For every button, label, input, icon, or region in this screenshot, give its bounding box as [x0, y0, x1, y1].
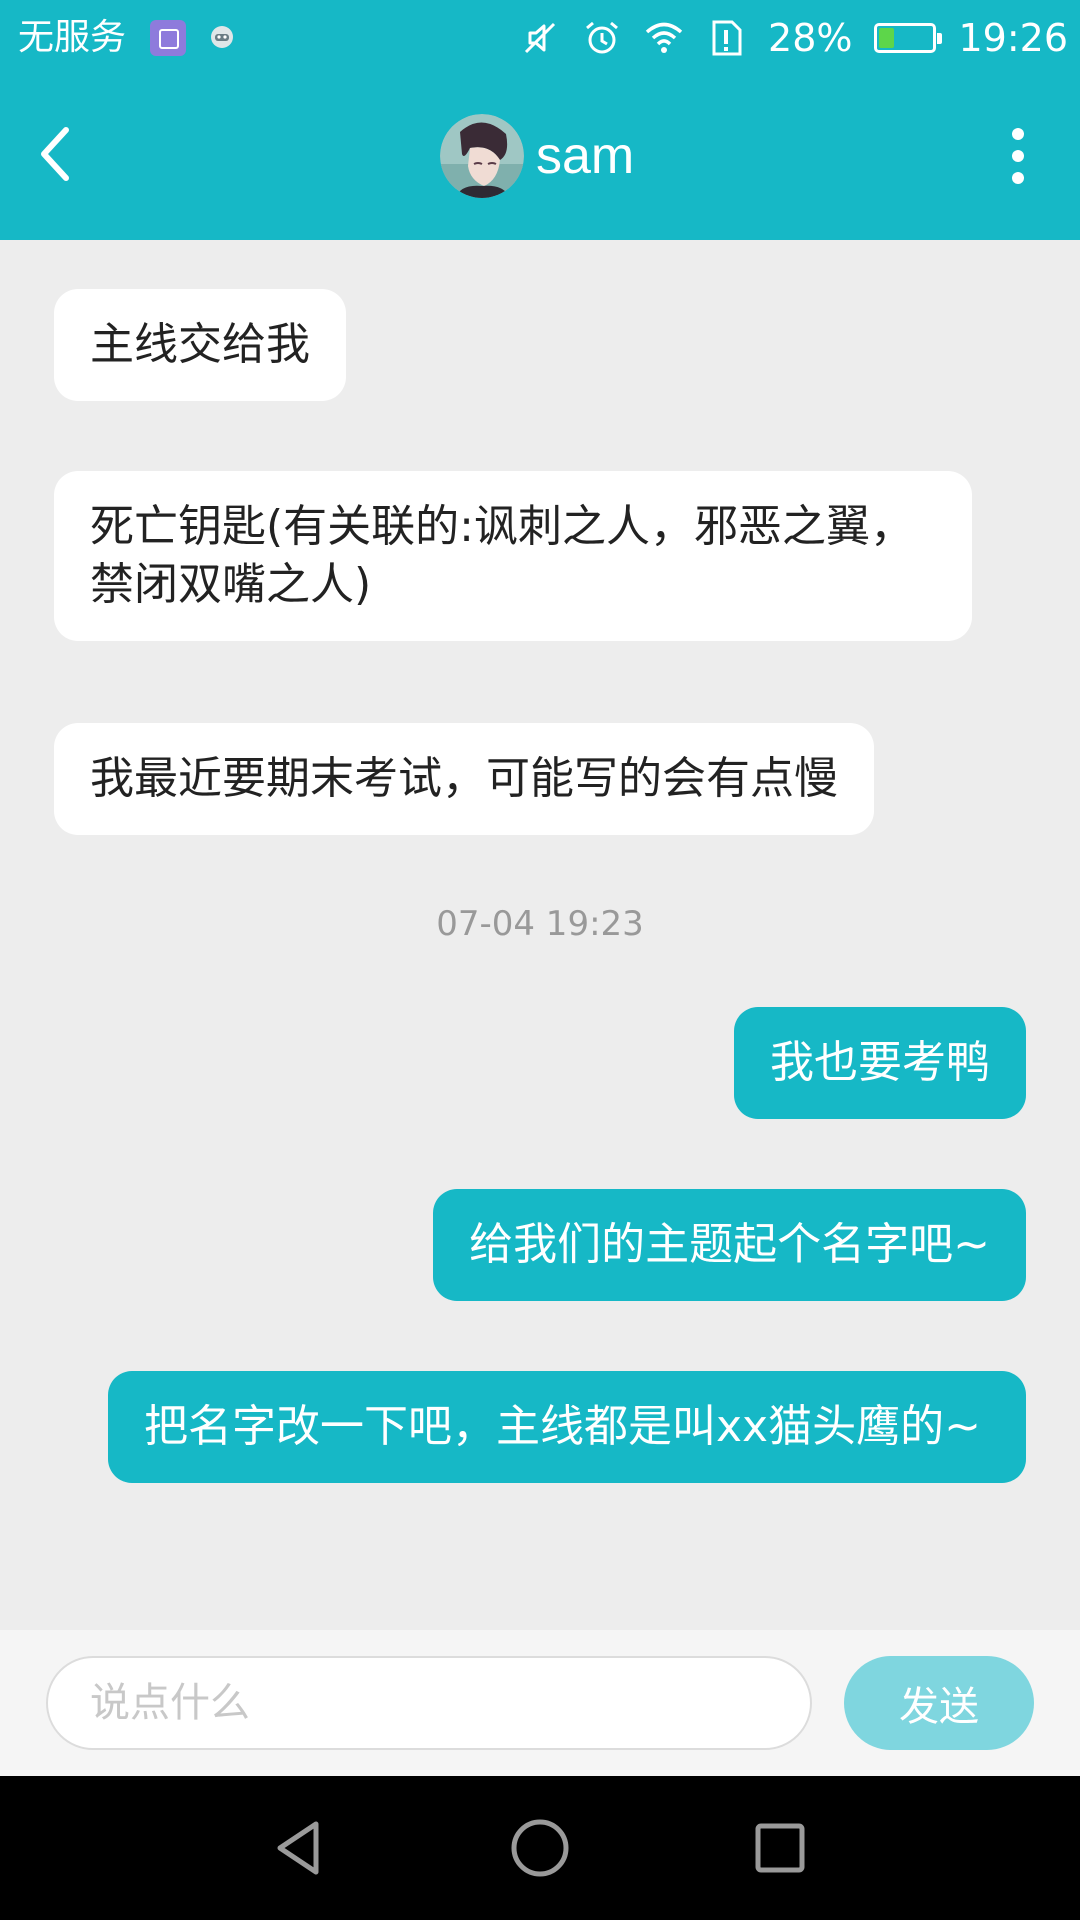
- contact-name: sam: [536, 127, 635, 185]
- message-bubble-outgoing[interactable]: 我也要考鸭: [734, 1007, 1026, 1119]
- chat-header: sam: [0, 76, 1080, 240]
- back-button[interactable]: [28, 112, 100, 196]
- battery-level-fill: [879, 28, 895, 48]
- message-bubble-outgoing[interactable]: 把名字改一下吧，主线都是叫xx猫头鹰的~: [108, 1371, 1026, 1483]
- carrier-label: 无服务: [18, 17, 127, 58]
- message-timestamp: 07-04 19:23: [436, 904, 644, 944]
- status-clock: 19:26: [958, 16, 1068, 60]
- message-bubble-incoming[interactable]: 主线交给我: [54, 289, 346, 401]
- home-circle-icon: [511, 1819, 569, 1877]
- status-icons: 28% 19:26: [520, 12, 1068, 64]
- message-bubble-incoming[interactable]: 死亡钥匙(有关联的:讽刺之人，邪恶之翼，禁闭双嘴之人): [54, 471, 972, 641]
- avatar[interactable]: [440, 114, 524, 198]
- chat-screen: 无服务 28% 19:26 sam 主线交给我 死亡钥匙(有关联的:讽刺之人，邪…: [0, 0, 1080, 1920]
- message-list[interactable]: 主线交给我 死亡钥匙(有关联的:讽刺之人，邪恶之翼，禁闭双嘴之人) 我最近要期末…: [0, 240, 1080, 1630]
- sim-alert-icon: [712, 20, 742, 56]
- message-input[interactable]: [46, 1656, 812, 1750]
- nav-home-button[interactable]: [504, 1812, 576, 1884]
- gallery-app-icon: [150, 20, 186, 56]
- back-triangle-icon: [277, 1821, 319, 1875]
- system-nav-bar: [0, 1776, 1080, 1920]
- message-bubble-outgoing[interactable]: 给我们的主题起个名字吧~: [433, 1189, 1026, 1301]
- robot-app-icon: [211, 26, 233, 48]
- top-bar: 无服务 28% 19:26 sam: [0, 0, 1080, 240]
- recents-square-icon: [755, 1823, 805, 1873]
- status-bar: 无服务 28% 19:26: [0, 0, 1080, 76]
- nav-back-button[interactable]: [264, 1812, 336, 1884]
- more-options-button[interactable]: [996, 120, 1040, 192]
- wifi-icon: [645, 22, 683, 53]
- contact-info[interactable]: sam: [440, 114, 634, 198]
- battery-icon: [874, 23, 943, 53]
- mute-icon: [524, 22, 556, 54]
- chevron-left-icon: [41, 127, 69, 181]
- compose-bar: 发送: [0, 1630, 1080, 1776]
- alarm-icon: [586, 21, 618, 54]
- message-bubble-incoming[interactable]: 我最近要期末考试，可能写的会有点慢: [54, 723, 874, 835]
- more-vertical-icon: [1012, 128, 1024, 184]
- send-button[interactable]: 发送: [844, 1656, 1034, 1750]
- battery-percent: 28%: [768, 16, 853, 60]
- nav-recents-button[interactable]: [744, 1812, 816, 1884]
